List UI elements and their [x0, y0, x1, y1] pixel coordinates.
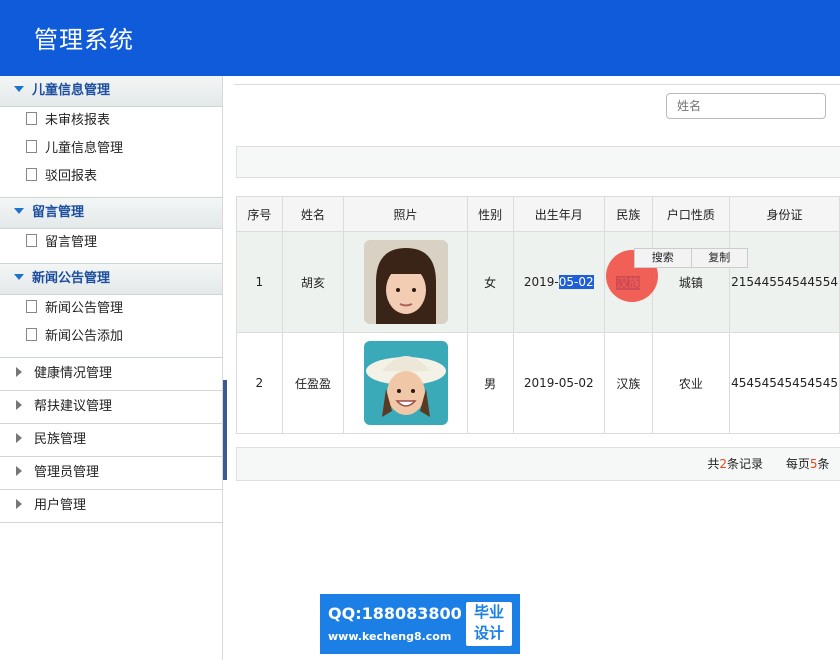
- sidebar: 儿童信息管理 未审核报表 儿童信息管理 驳回报表 留言管理 留言管理 新闻公告管…: [0, 76, 223, 660]
- sidebar-item-news-add[interactable]: 新闻公告添加: [0, 323, 222, 351]
- document-icon: [26, 140, 37, 153]
- sidebar-item-rejected[interactable]: 驳回报表: [0, 163, 222, 191]
- caret-right-icon: [16, 466, 22, 476]
- sidebar-item-unreviewed[interactable]: 未审核报表: [0, 107, 222, 135]
- watermark-badge: 毕业 设计: [466, 602, 512, 646]
- copy-menu-item[interactable]: 复制: [692, 249, 748, 267]
- sidebar-item-user[interactable]: 用户管理: [0, 490, 222, 523]
- col-header: 序号: [236, 196, 283, 232]
- table-row[interactable]: 2 任盈盈 男 2019-05-02 汉族 农业 45454545454545: [236, 332, 840, 434]
- table-header-row: 序号 姓名 照片 性别 出生年月 民族 户口性质 身份证: [236, 196, 840, 232]
- document-icon: [26, 300, 37, 313]
- caret-right-icon: [16, 499, 22, 509]
- col-header: 身份证: [729, 196, 840, 232]
- col-header: 出生年月: [512, 196, 606, 232]
- app-title: 管理系统: [34, 26, 134, 54]
- child-photo: [363, 240, 448, 324]
- col-header: 户口性质: [651, 196, 731, 232]
- sidebar-item-health[interactable]: 健康情况管理: [0, 358, 222, 391]
- child-table: 序号 姓名 照片 性别 出生年月 民族 户口性质 身份证 1 胡亥 女 2019…: [236, 196, 840, 434]
- sidebar-item-child-info[interactable]: 儿童信息管理: [0, 135, 222, 163]
- caret-right-icon: [16, 367, 22, 377]
- caret-right-icon: [16, 400, 22, 410]
- col-header: 性别: [466, 196, 514, 232]
- document-icon: [26, 168, 37, 181]
- sidebar-splitter[interactable]: [223, 380, 227, 480]
- per-page-count: 5: [809, 457, 818, 471]
- sidebar-item-news-manage[interactable]: 新闻公告管理: [0, 295, 222, 323]
- col-header: 民族: [604, 196, 653, 232]
- document-icon: [26, 328, 37, 341]
- caret-down-icon: [14, 274, 24, 280]
- sidebar-item-admin[interactable]: 管理员管理: [0, 457, 222, 490]
- child-photo: [363, 341, 448, 425]
- main-content: 序号 姓名 照片 性别 出生年月 民族 户口性质 身份证 1 胡亥: [234, 76, 840, 660]
- app-header: 管理系统: [0, 0, 840, 76]
- toolbar: [236, 146, 840, 178]
- caret-down-icon: [14, 208, 24, 214]
- context-popup: 搜索 复制: [634, 248, 748, 268]
- sidebar-item-ethnic[interactable]: 民族管理: [0, 424, 222, 457]
- search-menu-item[interactable]: 搜索: [635, 249, 692, 267]
- pager: 共2条记录 每页5条: [236, 447, 840, 481]
- document-icon: [26, 112, 37, 125]
- caret-right-icon: [16, 433, 22, 443]
- watermark-banner: QQ:188083800 www.kecheng8.com 毕业 设计: [320, 594, 520, 654]
- col-header: 姓名: [281, 196, 345, 232]
- sidebar-item-support[interactable]: 帮扶建议管理: [0, 391, 222, 424]
- name-search-input[interactable]: [666, 93, 826, 119]
- table-row[interactable]: 1 胡亥 女 2019-05-02 汉族 城镇 21544554: [236, 231, 840, 333]
- document-icon: [26, 234, 37, 247]
- col-header: 照片: [343, 196, 468, 232]
- sidebar-group-news[interactable]: 新闻公告管理: [0, 264, 222, 295]
- sidebar-item-message[interactable]: 留言管理: [0, 229, 222, 257]
- sidebar-group-message[interactable]: 留言管理: [0, 198, 222, 229]
- sidebar-group-child-info[interactable]: 儿童信息管理: [0, 76, 222, 107]
- total-count: 2: [719, 457, 727, 471]
- caret-down-icon: [14, 86, 24, 92]
